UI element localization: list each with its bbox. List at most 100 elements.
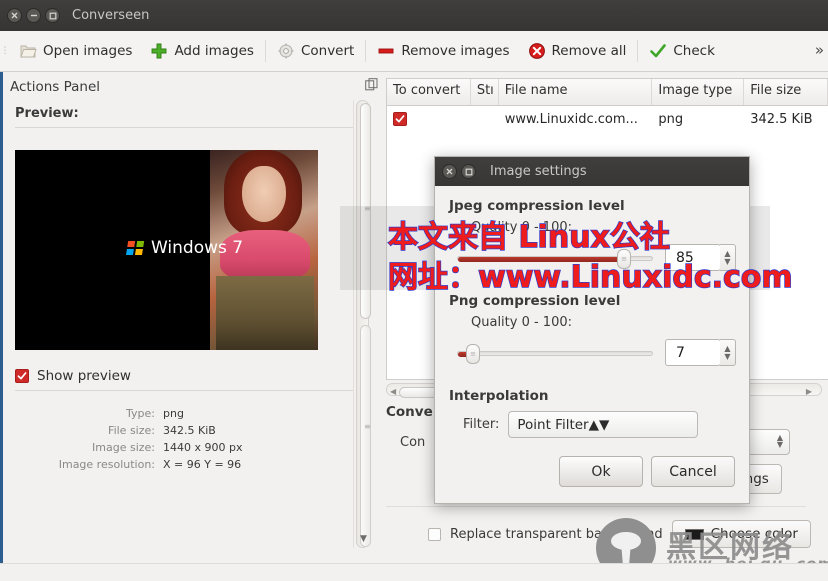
- metadata-value: 342.5 KiB: [163, 424, 216, 437]
- image-metadata: Type: png File size: 342.5 KiB Image siz…: [15, 407, 355, 471]
- row-convert-checkbox-cell[interactable]: [387, 112, 471, 126]
- folder-open-icon: [19, 42, 37, 60]
- row-file-size: 342.5 KiB: [750, 111, 813, 127]
- scrollbar-thumb-lower[interactable]: ≡: [360, 325, 371, 547]
- spinner-arrows-icon[interactable]: ▲ ▼: [720, 339, 736, 366]
- png-quality-spinbox[interactable]: 7 ▲ ▼: [665, 339, 736, 366]
- scrollbar-thumb[interactable]: ≡: [360, 103, 371, 319]
- dialog-close-icon[interactable]: [442, 164, 457, 179]
- dialog-titlebar: Image settings: [435, 157, 749, 186]
- watermark-red-line1: 本文来自 Linux公社: [387, 219, 670, 255]
- toolbar-overflow-button[interactable]: »: [815, 41, 824, 59]
- remove-all-label: Remove all: [551, 43, 627, 59]
- preview-label: Preview:: [15, 106, 79, 121]
- divider: [15, 127, 355, 128]
- replace-transparent-checkbox[interactable]: [428, 527, 441, 541]
- convert-format-label: Con: [400, 434, 426, 450]
- cancel-icon: [528, 42, 546, 60]
- png-slider-row: ≡ 7 ▲ ▼: [449, 339, 736, 366]
- interpolation-filter-combobox[interactable]: Point Filter ▲▼: [508, 411, 699, 438]
- row-file-name: www.Linuxidc.com...: [504, 111, 638, 127]
- panel-vertical-scrollbar[interactable]: ▲ ≡ ≡ ▼: [353, 100, 371, 548]
- add-images-button[interactable]: Add images: [141, 36, 263, 66]
- scrollbar-grip-icon: ≡: [364, 204, 371, 213]
- preview-image: Windows 7: [15, 150, 318, 350]
- scrollbar-trough[interactable]: ▲ ≡ ≡ ▼: [356, 100, 371, 548]
- gear-icon: [277, 42, 295, 60]
- png-quality-label: Quality 0 - 100:: [471, 315, 573, 330]
- interpolation-filter-value: Point Filter: [517, 416, 589, 433]
- open-images-label: Open images: [43, 43, 133, 59]
- ok-button[interactable]: Ok: [559, 456, 643, 487]
- toolbar-separator: [365, 40, 367, 62]
- row-image-type: png: [658, 111, 684, 127]
- open-images-button[interactable]: Open images: [10, 36, 141, 66]
- slider-track: [457, 350, 653, 356]
- metadata-key: File size:: [108, 424, 155, 437]
- minimize-icon[interactable]: [26, 8, 41, 23]
- check-button[interactable]: Check: [640, 36, 724, 66]
- metadata-row: File size: 342.5 KiB: [15, 424, 355, 437]
- slider-thumb[interactable]: ≡: [466, 343, 480, 364]
- dialog-button-row: Ok Cancel: [559, 456, 735, 487]
- checkmark-icon: [649, 42, 667, 60]
- minus-icon: [377, 42, 395, 60]
- column-header-image-type[interactable]: Image type: [652, 79, 745, 105]
- watermark-red-line2: 网址：www.Linuxidc.com: [387, 259, 793, 295]
- convert-label: Convert: [300, 43, 355, 59]
- metadata-value: 1440 x 900 px: [163, 441, 243, 454]
- metadata-row: Image size: 1440 x 900 px: [15, 441, 355, 454]
- check-label: Check: [673, 43, 715, 59]
- png-quality-slider[interactable]: ≡: [457, 343, 653, 364]
- scrollbar-grip-icon: ≡: [364, 422, 371, 431]
- windows-flag-icon: [125, 240, 145, 256]
- window-title: Converseen: [72, 8, 150, 23]
- scroll-left-arrow-icon[interactable]: ◀: [390, 387, 396, 396]
- dialog-maximize-icon[interactable]: [461, 164, 476, 179]
- remove-images-button[interactable]: Remove images: [368, 36, 518, 66]
- metadata-row: Type: png: [15, 407, 355, 420]
- filter-label: Filter:: [463, 417, 500, 432]
- chevron-updown-icon[interactable]: ▲▼: [777, 434, 783, 449]
- actions-panel-title: Actions Panel: [10, 78, 101, 95]
- remove-images-label: Remove images: [401, 43, 510, 59]
- metadata-key: Image size:: [92, 441, 155, 454]
- window-controls: [0, 8, 60, 23]
- column-header-to-convert[interactable]: To convert: [387, 79, 471, 105]
- table-row[interactable]: www.Linuxidc.com... png 342.5 KiB: [387, 106, 828, 132]
- chevron-updown-icon[interactable]: ▲▼: [589, 417, 610, 433]
- remove-all-button[interactable]: Remove all: [519, 36, 636, 66]
- column-header-status[interactable]: Stı: [471, 79, 499, 105]
- cancel-button[interactable]: Cancel: [651, 456, 735, 487]
- column-header-file-size[interactable]: File size: [744, 79, 828, 105]
- scroll-right-arrow-icon[interactable]: ▶: [806, 387, 812, 396]
- dialog-title: Image settings: [490, 164, 587, 179]
- table-header-row: To convert Stı File name Image type File…: [387, 79, 828, 106]
- filter-row: Filter: Point Filter ▲▼: [449, 411, 735, 438]
- toolbar-grip[interactable]: ⋮: [0, 31, 10, 72]
- plus-icon: [150, 42, 168, 60]
- divider: [15, 390, 355, 391]
- convert-button[interactable]: Convert: [268, 36, 363, 66]
- close-icon[interactable]: [7, 8, 22, 23]
- divider: [386, 506, 806, 507]
- float-panel-icon[interactable]: [365, 78, 378, 95]
- scroll-down-arrow-icon[interactable]: ▼: [360, 534, 367, 544]
- metadata-value: X = 96 Y = 96: [163, 458, 242, 471]
- actions-panel: Actions Panel Preview: Windows 7 Show pr…: [0, 72, 380, 581]
- metadata-key: Image resolution:: [58, 458, 155, 471]
- converseen-window: Converseen ⋮ Open images Add images Conv…: [0, 0, 828, 581]
- main-toolbar: ⋮ Open images Add images Convert Remove …: [0, 31, 828, 72]
- row-convert-checkbox[interactable]: [393, 112, 407, 126]
- status-bar: [0, 563, 828, 581]
- column-header-file-name[interactable]: File name: [499, 79, 653, 105]
- show-preview-row[interactable]: Show preview: [15, 368, 355, 384]
- show-preview-label: Show preview: [37, 368, 131, 384]
- actions-panel-body: Preview: Windows 7 Show preview Type: pn…: [15, 106, 355, 572]
- interpolation-section-title: Interpolation: [449, 388, 549, 404]
- toolbar-separator: [637, 40, 639, 62]
- show-preview-checkbox[interactable]: [15, 369, 29, 383]
- windows-version-label: Windows 7: [151, 238, 244, 258]
- add-images-label: Add images: [174, 43, 254, 59]
- maximize-icon[interactable]: [45, 8, 60, 23]
